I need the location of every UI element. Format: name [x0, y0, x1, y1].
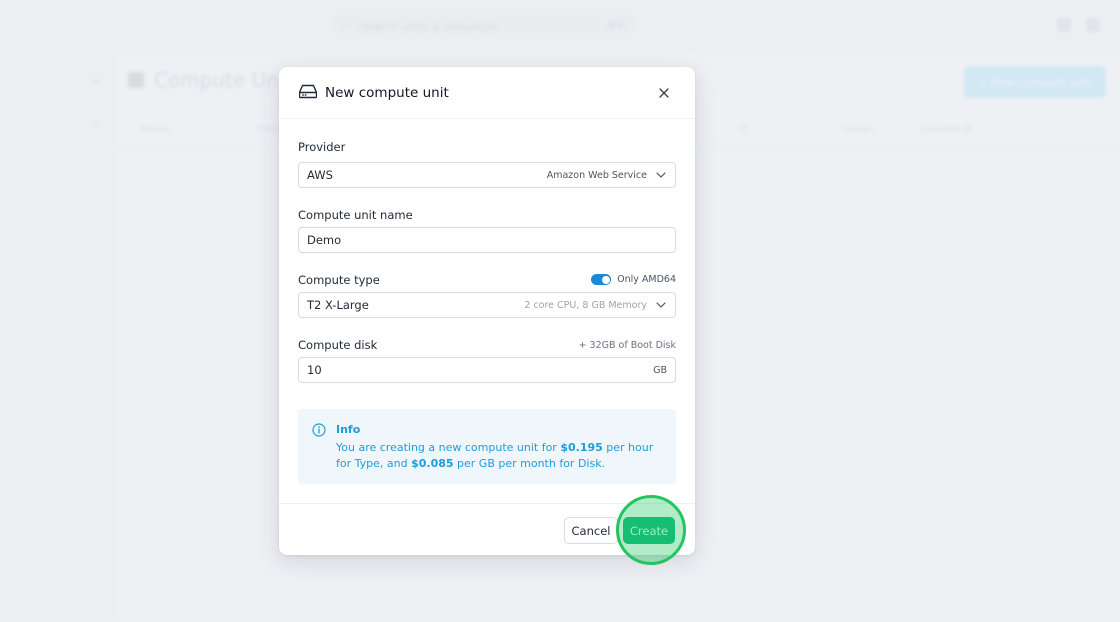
dialog-header: New compute unit [279, 67, 695, 119]
provider-hint: Amazon Web Service [546, 169, 647, 181]
info-callout: Info You are creating a new compute unit… [298, 409, 676, 484]
compute-disk-label: Compute disk [298, 338, 378, 352]
provider-label: Provider [298, 140, 346, 154]
info-title: Info [336, 423, 361, 436]
compute-type-select[interactable]: T2 X-Large 2 core CPU, 8 GB Memory [298, 292, 676, 318]
compute-unit-name-input[interactable]: Demo [298, 227, 676, 253]
disk-unit: GB [653, 364, 667, 376]
boot-disk-note: + 32GB of Boot Disk [578, 340, 676, 351]
compute-type-label: Compute type [298, 273, 380, 287]
info-text: You are creating a new compute unit for … [336, 440, 654, 471]
disk-price: $0.085 [411, 457, 454, 470]
toggle-label: Only AMD64 [617, 274, 676, 285]
disk-value: 10 [307, 363, 322, 377]
close-icon[interactable] [653, 82, 675, 104]
dialog-footer: Cancel Create [279, 503, 695, 555]
cancel-button[interactable]: Cancel [564, 517, 618, 544]
provider-select[interactable]: AWS Amazon Web Service [298, 162, 676, 188]
name-value: Demo [307, 233, 342, 247]
chevron-down-icon [655, 299, 667, 311]
compute-type-value: T2 X-Large [307, 298, 369, 312]
name-label: Compute unit name [298, 208, 413, 222]
provider-value: AWS [307, 168, 333, 182]
compute-disk-input[interactable]: 10 GB [298, 357, 676, 383]
create-button[interactable]: Create [623, 517, 675, 544]
hourly-price: $0.195 [560, 440, 603, 454]
chevron-down-icon [655, 169, 667, 181]
hard-drive-icon [298, 83, 318, 103]
compute-type-hint: 2 core CPU, 8 GB Memory [524, 299, 647, 311]
info-icon [312, 423, 326, 437]
toggle-switch[interactable] [591, 274, 612, 285]
dialog-title: New compute unit [325, 84, 449, 101]
amd64-toggle[interactable]: Only AMD64 [591, 274, 676, 285]
new-compute-unit-dialog: New compute unit Provider AWS Amazon Web… [279, 67, 695, 555]
